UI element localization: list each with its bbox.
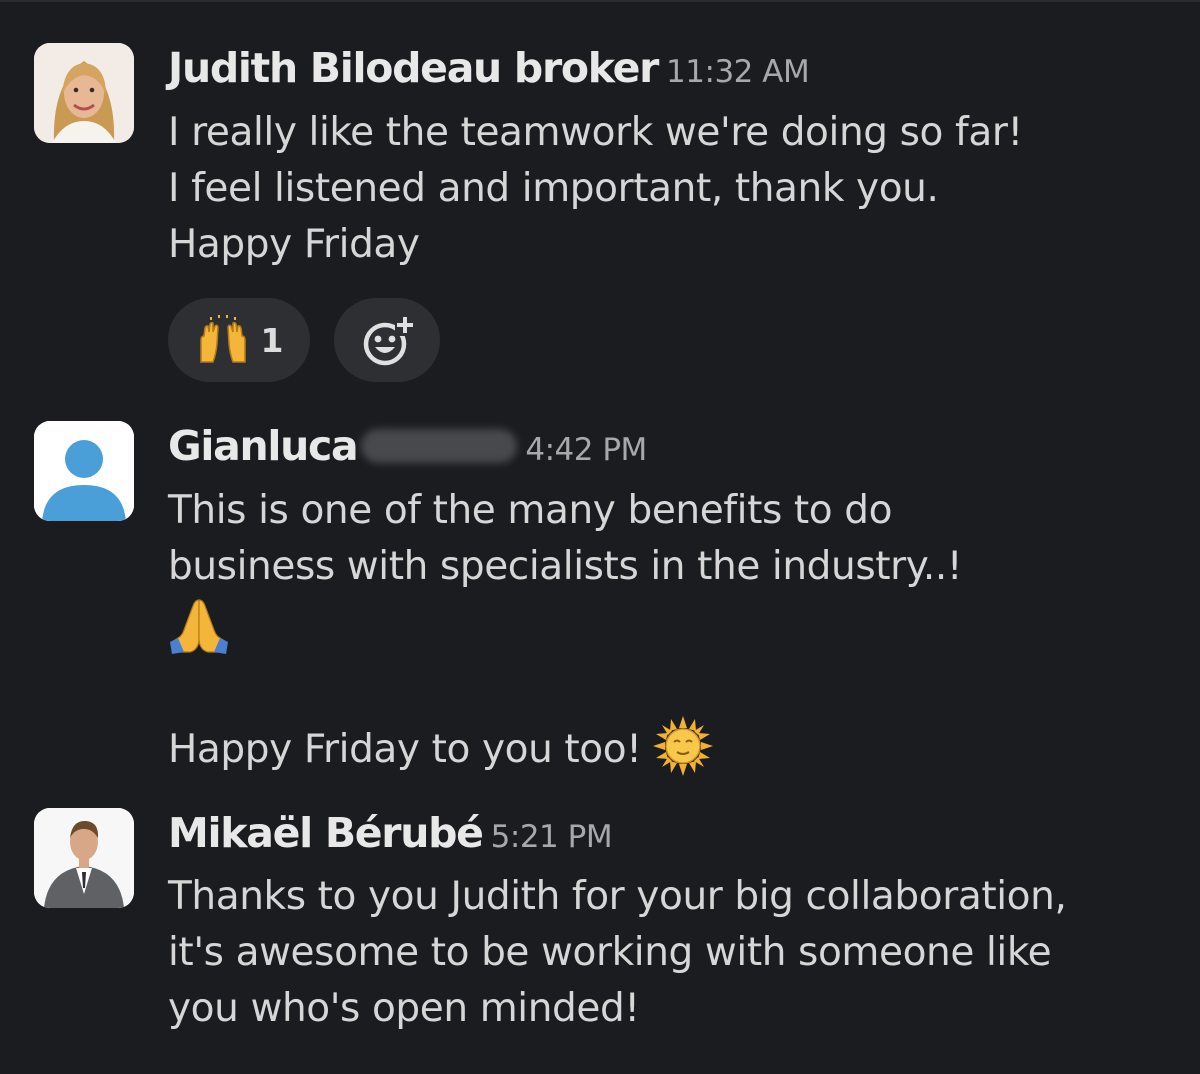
- sun-with-face-icon: [653, 716, 714, 776]
- raising-hands-icon: [199, 315, 246, 363]
- top-edge: [0, 0, 1200, 2]
- message-text-line: I really like the teamwork we're doing s…: [168, 110, 1023, 155]
- message-text-line: Thanks to you Judith for your big collab…: [168, 874, 1067, 919]
- avatar-judith[interactable]: [34, 43, 134, 143]
- avatar-mikael[interactable]: [34, 808, 134, 908]
- author-name[interactable]: Mikaël Bérubé: [168, 809, 484, 857]
- author-name[interactable]: Judith Bilodeau broker: [168, 44, 659, 92]
- message-header: Judith Bilodeau broker 11:32 AM: [168, 44, 810, 92]
- sun-with-face-emoji: [653, 716, 714, 787]
- profile-photo-man-icon: [34, 808, 134, 908]
- message-header: Gianluca 4:42 PM: [168, 422, 647, 470]
- message-text-line: Happy Friday to you too!: [168, 716, 714, 787]
- timestamp[interactable]: 4:42 PM: [525, 432, 647, 468]
- timestamp[interactable]: 11:32 AM: [666, 54, 810, 90]
- message-text-line: I feel listened and important, thank you…: [168, 166, 939, 211]
- message-text-line: This is one of the many benefits to do: [168, 488, 893, 533]
- redacted-surname: [361, 429, 518, 463]
- closing-text: Happy Friday to you too!: [168, 727, 642, 772]
- message-text-line: business with specialists in the industr…: [168, 544, 963, 589]
- folded-hands-icon: [170, 599, 228, 654]
- add-reaction-icon: [363, 317, 415, 366]
- message-header: Mikaël Bérubé 5:21 PM: [168, 809, 613, 857]
- author-name[interactable]: Gianluca: [168, 422, 359, 470]
- reaction-raising-hands[interactable]: 1: [168, 298, 310, 382]
- add-reaction-button[interactable]: [334, 298, 440, 382]
- message-text-line: Happy Friday: [168, 222, 420, 267]
- avatar-gianluca[interactable]: [34, 421, 134, 521]
- message-text-line: you who's open minded!: [168, 986, 640, 1031]
- message-text-line: it's awesome to be working with someone …: [168, 930, 1052, 975]
- reaction-count: 1: [260, 320, 284, 360]
- default-user-avatar-icon: [34, 421, 134, 521]
- timestamp[interactable]: 5:21 PM: [491, 819, 613, 855]
- profile-photo-woman-icon: [34, 43, 134, 143]
- folded-hands-emoji: [168, 596, 230, 658]
